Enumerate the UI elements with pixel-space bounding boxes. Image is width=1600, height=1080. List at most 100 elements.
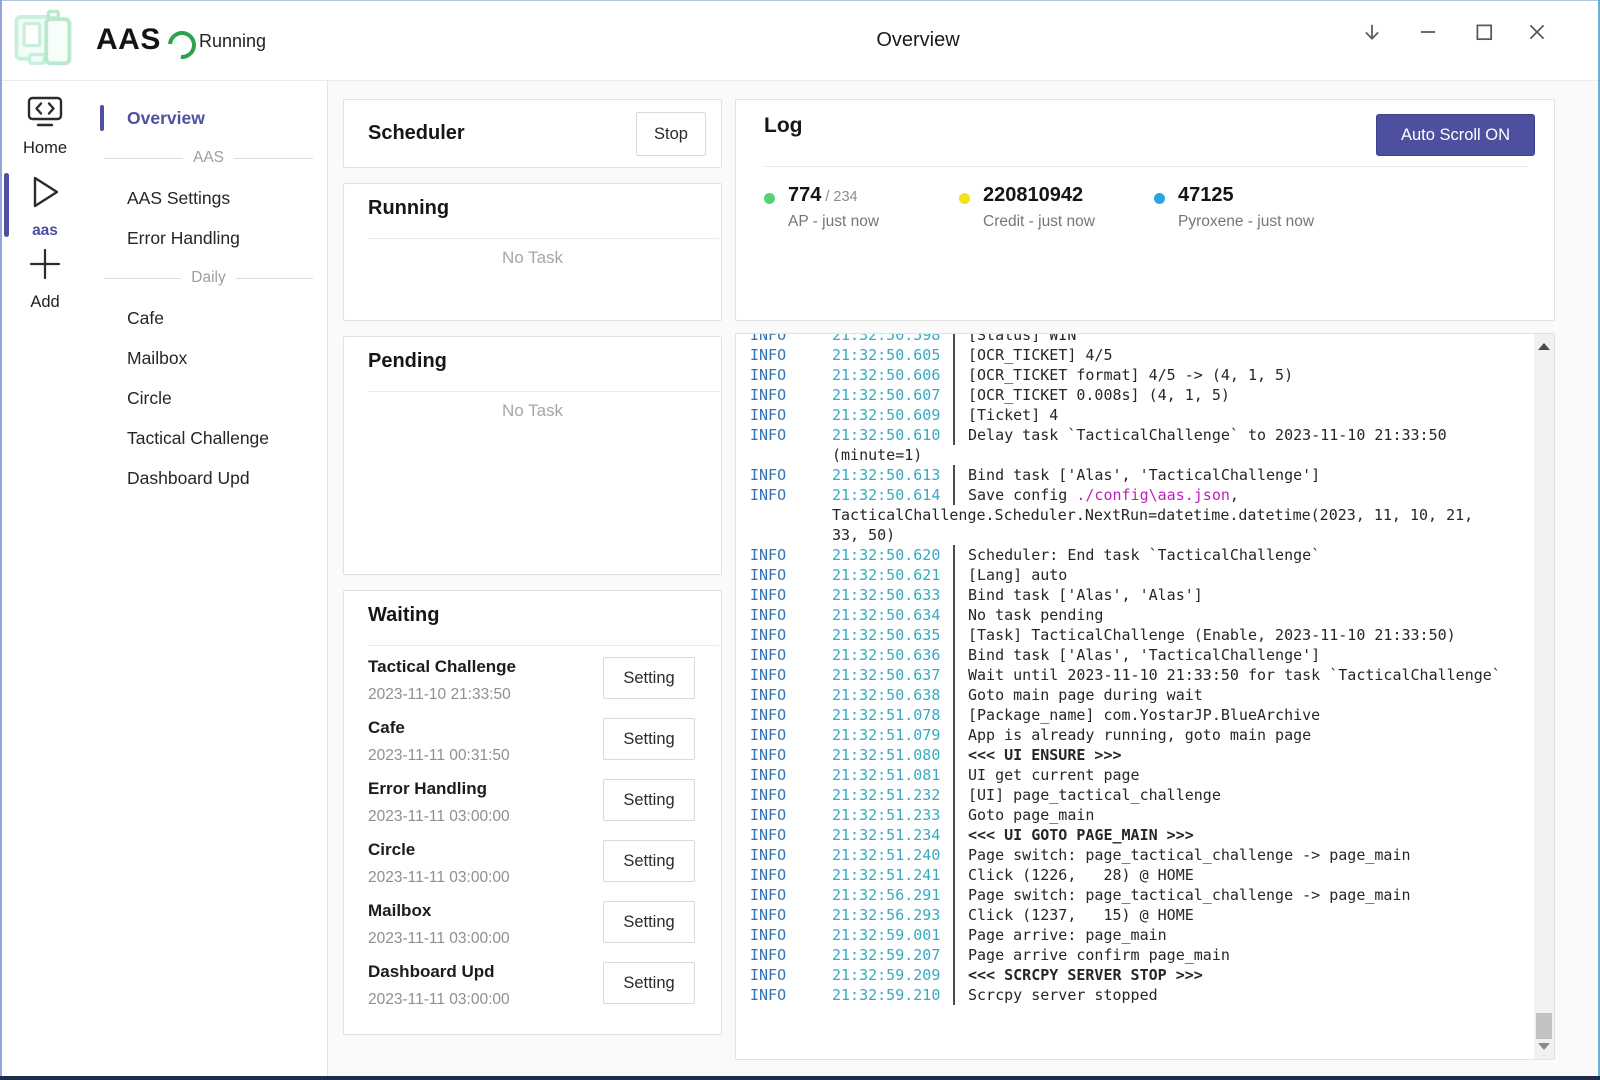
log-timestamp: 21:32:56.293 bbox=[832, 905, 942, 925]
setting-button-circle[interactable]: Setting bbox=[603, 840, 695, 882]
scrollbar-thumb[interactable] bbox=[1536, 1013, 1552, 1039]
log-line: INFO21:32:50.635[Task] TacticalChallenge… bbox=[736, 625, 1534, 645]
auto-scroll-button[interactable]: Auto Scroll ON bbox=[1376, 114, 1535, 156]
log-level: INFO bbox=[736, 765, 832, 785]
sidebar-item-mailbox[interactable]: Mailbox bbox=[90, 338, 327, 378]
log-level bbox=[736, 505, 832, 525]
log-level: INFO bbox=[736, 425, 832, 445]
log-timestamp: 21:32:51.081 bbox=[832, 765, 942, 785]
log-message: Goto main page during wait bbox=[968, 685, 1203, 705]
log-separator bbox=[953, 845, 955, 865]
log-line: TacticalChallenge.Scheduler.NextRun=date… bbox=[736, 505, 1534, 525]
log-level: INFO bbox=[736, 333, 832, 345]
close-button[interactable] bbox=[1516, 11, 1558, 53]
log-separator bbox=[953, 945, 955, 965]
log-message: 33, 50) bbox=[832, 525, 895, 545]
sidebar-item-aas-settings[interactable]: AAS Settings bbox=[90, 178, 327, 218]
log-level: INFO bbox=[736, 905, 832, 925]
waiting-task-row: Cafe2023-11-11 00:31:50Setting bbox=[368, 716, 721, 777]
log-timestamp: 21:32:50.614 bbox=[832, 485, 942, 505]
log-level: INFO bbox=[736, 365, 832, 385]
log-level: INFO bbox=[736, 725, 832, 745]
log-lines: INFO21:32:50.598[Status] WININFO21:32:50… bbox=[736, 333, 1534, 1005]
log-timestamp: 21:32:51.080 bbox=[832, 745, 942, 765]
window-border bbox=[0, 1076, 1600, 1080]
stat-text: 220810942Credit - just now bbox=[983, 184, 1095, 231]
sidebar-item-cafe[interactable]: Cafe bbox=[90, 298, 327, 338]
log-timestamp: 21:32:51.241 bbox=[832, 865, 942, 885]
sidebar-item-error-handling[interactable]: Error Handling bbox=[90, 218, 327, 258]
log-separator bbox=[953, 985, 955, 1005]
rail-item-add[interactable]: Add bbox=[0, 245, 90, 312]
sidebar-item-dashboard-upd[interactable]: Dashboard Upd bbox=[90, 458, 327, 498]
log-message: UI get current page bbox=[968, 765, 1140, 785]
setting-button-tactical-challenge[interactable]: Setting bbox=[603, 657, 695, 699]
waiting-task-row: Error Handling2023-11-11 03:00:00Setting bbox=[368, 777, 721, 838]
divider bbox=[368, 238, 719, 239]
log-separator bbox=[953, 705, 955, 725]
log-line: INFO21:32:56.291Page switch: page_tactic… bbox=[736, 885, 1534, 905]
log-separator bbox=[953, 345, 955, 365]
waiting-task-name: Tactical Challenge bbox=[368, 657, 516, 677]
pending-empty-text: No Task bbox=[344, 401, 721, 421]
log-separator bbox=[953, 685, 955, 705]
log-level: INFO bbox=[736, 565, 832, 585]
log-separator bbox=[953, 485, 955, 505]
scroll-down-icon[interactable] bbox=[1538, 1043, 1550, 1050]
log-timestamp: 21:32:51.079 bbox=[832, 725, 942, 745]
sidebar-item-tactical-challenge[interactable]: Tactical Challenge bbox=[90, 418, 327, 458]
log-level: INFO bbox=[736, 825, 832, 845]
stat-label: AP - just now bbox=[788, 213, 879, 231]
log-separator bbox=[953, 925, 955, 945]
sidebar-item-overview[interactable]: Overview bbox=[90, 98, 327, 138]
minimize-button[interactable] bbox=[1407, 11, 1449, 53]
pending-panel: Pending No Task bbox=[343, 336, 722, 575]
log-level: INFO bbox=[736, 465, 832, 485]
log-timestamp: 21:32:50.637 bbox=[832, 665, 942, 685]
scroll-up-icon[interactable] bbox=[1538, 343, 1550, 350]
log-timestamp: 21:32:50.635 bbox=[832, 625, 942, 645]
log-message: Page arrive: page_main bbox=[968, 925, 1167, 945]
setting-button-mailbox[interactable]: Setting bbox=[603, 901, 695, 943]
rail-item-home[interactable]: Home bbox=[0, 95, 90, 158]
log-message: Click (1226, 28) @ HOME bbox=[968, 865, 1194, 885]
log-message: <<< UI ENSURE >>> bbox=[968, 745, 1122, 765]
log-panel: Log Auto Scroll ON 774/ 234AP - just now… bbox=[735, 99, 1555, 321]
log-line: INFO21:32:51.234<<< UI GOTO PAGE_MAIN >>… bbox=[736, 825, 1534, 845]
log-separator bbox=[953, 465, 955, 485]
log-message: Click (1237, 15) @ HOME bbox=[968, 905, 1194, 925]
waiting-task-name: Mailbox bbox=[368, 901, 431, 921]
log-line: INFO21:32:59.209<<< SCRCPY SERVER STOP >… bbox=[736, 965, 1534, 985]
log-message: [OCR_TICKET 0.008s] (4, 1, 5) bbox=[968, 385, 1230, 405]
app-logo-icon bbox=[12, 9, 76, 74]
setting-button-error-handling[interactable]: Setting bbox=[603, 779, 695, 821]
maximize-button[interactable] bbox=[1463, 11, 1505, 53]
log-line: INFO21:32:51.078[Package_name] com.Yosta… bbox=[736, 705, 1534, 725]
waiting-panel: Waiting Tactical Challenge2023-11-10 21:… bbox=[343, 590, 722, 1035]
log-scrollbar[interactable] bbox=[1534, 334, 1554, 1059]
sidebar-section-label: Daily bbox=[191, 269, 225, 287]
log-separator bbox=[953, 425, 955, 445]
stat-label: Pyroxene - just now bbox=[1178, 213, 1314, 231]
log-level: INFO bbox=[736, 845, 832, 865]
setting-button-cafe[interactable]: Setting bbox=[603, 718, 695, 760]
log-separator bbox=[953, 865, 955, 885]
download-icon[interactable] bbox=[1351, 11, 1393, 53]
log-level: INFO bbox=[736, 965, 832, 985]
log-timestamp: 21:32:59.210 bbox=[832, 985, 942, 1005]
log-level: INFO bbox=[736, 985, 832, 1005]
stop-button[interactable]: Stop bbox=[636, 112, 706, 156]
log-separator bbox=[953, 565, 955, 585]
stat-text: 47125Pyroxene - just now bbox=[1178, 184, 1314, 231]
waiting-task-next-run: 2023-11-11 03:00:00 bbox=[368, 930, 510, 948]
log-level: INFO bbox=[736, 865, 832, 885]
log-separator bbox=[953, 825, 955, 845]
setting-button-dashboard-upd[interactable]: Setting bbox=[603, 962, 695, 1004]
log-separator bbox=[953, 785, 955, 805]
sidebar-item-label: Tactical Challenge bbox=[127, 428, 269, 449]
log-line: INFO21:32:50.621[Lang] auto bbox=[736, 565, 1534, 585]
status-dot-icon bbox=[1154, 193, 1165, 204]
divider-line bbox=[236, 278, 313, 279]
rail-item-aas[interactable]: aas bbox=[0, 172, 90, 240]
sidebar-item-circle[interactable]: Circle bbox=[90, 378, 327, 418]
